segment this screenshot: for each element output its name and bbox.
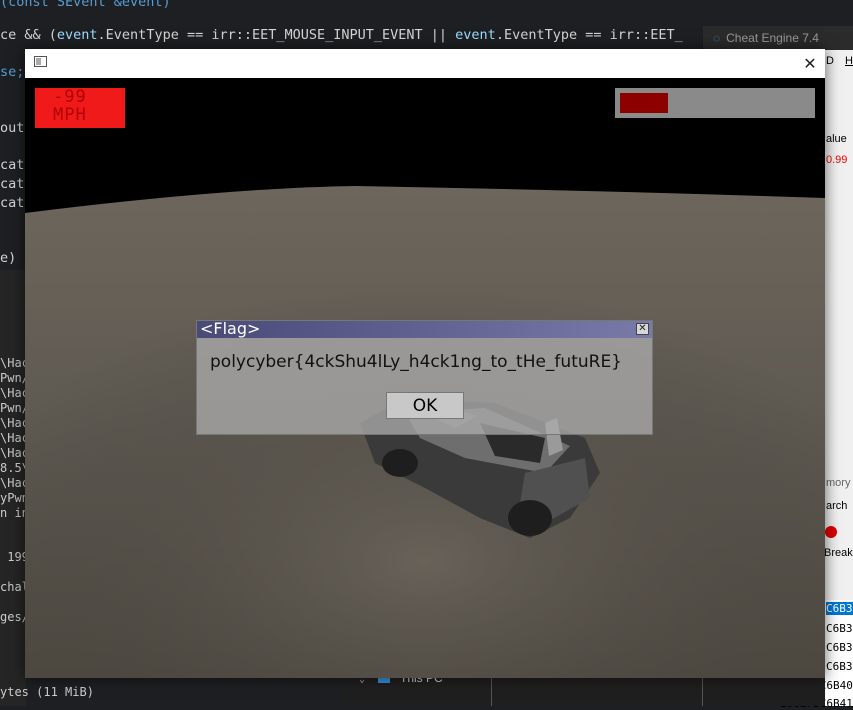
code-line-se: se; xyxy=(0,64,25,80)
ce-breakpoint-label[interactable]: Breakp xyxy=(824,547,853,559)
ce-menu-d[interactable]: D xyxy=(826,55,834,67)
flag-dialog-titlebar[interactable]: <Flag> ✕ xyxy=(197,319,652,338)
ce-value-header: alue xyxy=(826,133,847,145)
fuel-gauge xyxy=(615,88,815,118)
speedometer: -99 MPH xyxy=(35,88,125,128)
flag-dialog-close-button[interactable]: ✕ xyxy=(636,323,649,335)
ce-address-row[interactable]: C6B3E xyxy=(826,641,853,654)
close-icon: ✕ xyxy=(803,54,817,73)
record-icon[interactable] xyxy=(825,526,837,538)
flag-dialog: <Flag> ✕ polycyber{4ckShu4lLy_h4ck1ng_to… xyxy=(196,319,653,435)
flag-message: polycyber{4ckShu4lLy_h4ck1ng_to_tHe_futu… xyxy=(210,352,623,372)
ce-value-red: 0.99 xyxy=(826,154,848,166)
ce-search-label[interactable]: arch xyxy=(826,500,847,512)
code-line-event-check: ce && (event.EventType == irr::EET_MOUSE… xyxy=(0,27,683,43)
speed-readout: -99 MPH xyxy=(53,87,87,125)
cheat-engine-title: Cheat Engine 7.4 xyxy=(726,31,819,45)
game-titlebar[interactable]: ✕ xyxy=(25,49,825,78)
fuel-gauge-fill xyxy=(620,93,668,113)
ce-address-row-selected[interactable]: C6B3C xyxy=(826,602,853,615)
status-bytes: ytes (11 MiB) xyxy=(0,685,94,699)
code-line-e: e) xyxy=(0,250,17,266)
window-icon xyxy=(34,56,47,67)
flag-dialog-title: <Flag> xyxy=(200,319,261,338)
ce-address-row[interactable]: C6B3F xyxy=(826,660,853,673)
close-icon: ✕ xyxy=(638,323,647,334)
ce-address-row[interactable]: C6B3D xyxy=(826,622,853,635)
cheat-engine-icon: ◌ xyxy=(713,31,721,45)
ce-menu-h[interactable]: H xyxy=(845,55,853,67)
game-viewport[interactable]: -99 MPH <Flag> ✕ polycyber{4ckShu4lLy_h4… xyxy=(25,78,825,678)
ok-button[interactable]: OK xyxy=(386,392,464,419)
close-button[interactable]: ✕ xyxy=(795,49,825,78)
cheat-engine-titlebar[interactable]: ◌ Cheat Engine 7.4 xyxy=(703,26,853,50)
game-window: ✕ -99 MPH <Flag> ✕ polycyber{4ckShu4lLy_… xyxy=(25,49,825,678)
ce-memory-label: mory xyxy=(826,477,851,489)
code-line-top: (const SEvent &event) xyxy=(0,0,171,10)
